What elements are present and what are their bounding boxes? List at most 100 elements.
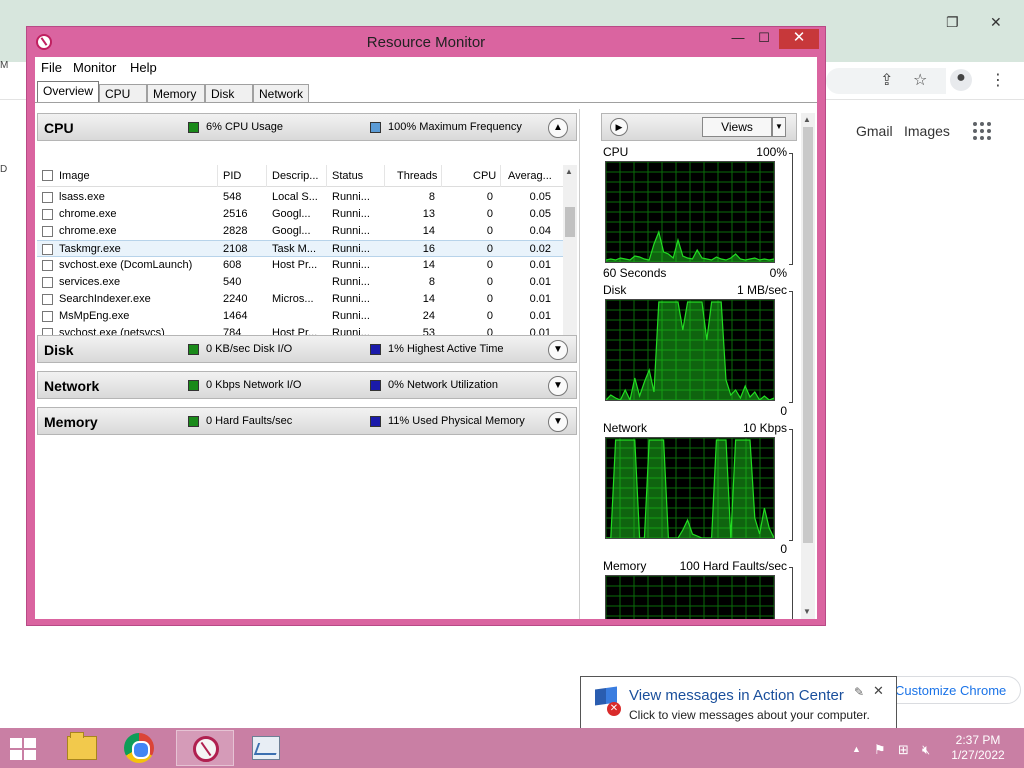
profile-icon[interactable]: ●: [950, 69, 972, 91]
action-center-notification[interactable]: ✕ View messages in Action Center Click t…: [580, 676, 897, 743]
col-header-pid[interactable]: PID: [223, 170, 241, 182]
scroll-up-arrow-icon[interactable]: ▲: [803, 115, 811, 124]
start-button[interactable]: [10, 738, 38, 760]
expand-chevron-down-icon[interactable]: ▼: [548, 340, 568, 360]
tab-cpu[interactable]: CPU: [99, 84, 147, 103]
cell-desc: Googl...: [272, 208, 311, 220]
cell-threads: 24: [422, 310, 435, 322]
desktop-edge-glyph: D: [0, 164, 8, 175]
overview-graph-pane: ▶ Views ▼ ▲ ▼ CPU 100% 60 Seconds 0% Dis…: [593, 109, 817, 619]
row-checkbox[interactable]: [42, 260, 53, 271]
google-apps-icon[interactable]: [973, 122, 991, 140]
scrollbar-thumb[interactable]: [803, 127, 813, 543]
title-bar[interactable]: Resource Monitor — ☐ ✕: [27, 27, 825, 57]
table-row[interactable]: services.exe 540 Runni... 8 0 0.01: [37, 274, 563, 291]
resource-monitor-window: Resource Monitor — ☐ ✕ File Monitor Help…: [26, 26, 826, 626]
select-all-checkbox[interactable]: [42, 170, 53, 181]
network-tray-icon[interactable]: ⊞: [898, 742, 909, 758]
menu-help[interactable]: Help: [130, 60, 157, 75]
col-header-average[interactable]: Averag...: [508, 170, 552, 182]
table-row[interactable]: svchost.exe (DcomLaunch) 608 Host Pr... Run…: [37, 257, 563, 274]
notification-text: Click to view messages about your comput…: [629, 708, 870, 722]
menu-file[interactable]: File: [41, 60, 62, 75]
cell-image: chrome.exe: [59, 225, 117, 237]
notification-close-icon[interactable]: ✕: [873, 683, 884, 699]
row-checkbox[interactable]: [42, 209, 53, 220]
taskbar-resource-monitor[interactable]: [176, 730, 234, 766]
process-table-scrollbar[interactable]: ▲ ▼: [563, 165, 577, 349]
row-checkbox[interactable]: [42, 311, 53, 322]
cpu-usage-legend-swatch: [188, 122, 199, 133]
tab-network[interactable]: Network: [253, 84, 309, 103]
minimize-button[interactable]: —: [725, 29, 751, 49]
table-row[interactable]: MsMpEng.exe 1464 Runni... 24 0 0.01: [37, 308, 563, 325]
graph-pane-scrollbar[interactable]: ▲ ▼: [801, 113, 815, 619]
row-checkbox[interactable]: [42, 277, 53, 288]
row-checkbox[interactable]: [42, 294, 53, 305]
cell-avg: 0.01: [529, 259, 551, 271]
expand-chevron-down-icon[interactable]: ▼: [548, 412, 568, 432]
collapse-chevron-up-icon[interactable]: ▲: [548, 118, 568, 138]
tab-overview[interactable]: Overview: [37, 81, 99, 103]
table-row[interactable]: chrome.exe 2516 Googl... Runni... 13 0 0.05: [37, 206, 563, 223]
chrome-close-button[interactable]: ✕: [990, 14, 1002, 31]
col-header-description[interactable]: Descrip...: [272, 170, 318, 182]
cpu-section-header[interactable]: CPU 6% CPU Usage 100% Maximum Frequency …: [37, 113, 577, 141]
cell-status: Runni...: [332, 310, 370, 322]
taskbar-performance-monitor[interactable]: [236, 730, 294, 766]
expand-chevron-down-icon[interactable]: ▼: [548, 376, 568, 396]
share-icon[interactable]: ⇪: [880, 70, 893, 90]
table-row[interactable]: Taskmgr.exe 2108 Task M... Runni... 16 0 0.02: [37, 240, 563, 257]
taskbar-chrome[interactable]: [110, 730, 168, 766]
scroll-up-arrow-icon[interactable]: ▲: [565, 167, 573, 176]
tab-divider: [35, 102, 817, 103]
customize-chrome-button[interactable]: Customize Chrome: [880, 676, 1022, 704]
volume-muted-icon[interactable]: 🔇︎: [922, 742, 930, 758]
cell-cpu: 0: [486, 191, 493, 203]
graph-bracket: [789, 429, 793, 541]
col-header-status[interactable]: Status: [332, 170, 363, 182]
views-button[interactable]: Views: [702, 117, 772, 137]
taskbar-file-explorer[interactable]: [52, 730, 110, 766]
action-center-flag-tray-icon[interactable]: ⚑: [874, 742, 886, 758]
menu-monitor[interactable]: Monitor: [73, 60, 116, 75]
cell-image: Taskmgr.exe: [59, 243, 121, 255]
row-checkbox[interactable]: [42, 192, 53, 203]
row-checkbox[interactable]: [42, 226, 53, 237]
memory-section-header[interactable]: Memory 0 Hard Faults/sec 11% Used Physic…: [37, 407, 577, 435]
row-checkbox[interactable]: [42, 244, 53, 255]
images-link[interactable]: Images: [904, 123, 950, 139]
memory-graph-block: Memory 100 Hard Faults/sec: [603, 559, 795, 619]
bookmark-star-icon[interactable]: ☆: [913, 70, 927, 90]
col-header-image[interactable]: Image: [59, 170, 90, 182]
scroll-down-arrow-icon[interactable]: ▼: [803, 607, 811, 616]
collapse-pane-chevron-right-icon[interactable]: ▶: [610, 118, 628, 136]
col-header-threads[interactable]: Threads: [397, 170, 437, 182]
cpu-frequency-legend-swatch: [370, 122, 381, 133]
chrome-restore-button[interactable]: ❐: [946, 14, 959, 31]
cell-image: SearchIndexer.exe: [59, 293, 151, 305]
network-section-header[interactable]: Network 0 Kbps Network I/O 0% Network Ut…: [37, 371, 577, 399]
memory-graph: [605, 575, 775, 619]
notification-title[interactable]: View messages in Action Center: [629, 687, 844, 704]
tab-disk[interactable]: Disk: [205, 84, 253, 103]
disk-section-header[interactable]: Disk 0 KB/sec Disk I/O 1% Highest Active…: [37, 335, 577, 363]
scrollbar-thumb[interactable]: [565, 207, 575, 237]
cell-cpu: 0: [486, 225, 493, 237]
menu-bar: File Monitor Help: [35, 57, 817, 79]
chrome-menu-icon[interactable]: ⋮: [990, 70, 1006, 90]
cell-cpu: 0: [486, 310, 493, 322]
taskbar-clock[interactable]: 2:37 PM 1/27/2022: [940, 733, 1016, 763]
col-header-cpu[interactable]: CPU: [473, 170, 496, 182]
table-row[interactable]: chrome.exe 2828 Googl... Runni... 14 0 0.04: [37, 223, 563, 240]
pin-icon[interactable]: ✎: [854, 685, 864, 699]
table-row[interactable]: SearchIndexer.exe 2240 Micros... Runni... 14…: [37, 291, 563, 308]
tab-memory[interactable]: Memory: [147, 84, 205, 103]
maximize-button[interactable]: ☐: [751, 29, 777, 49]
cell-threads: 8: [428, 276, 435, 288]
gmail-link[interactable]: Gmail: [856, 123, 893, 139]
show-hidden-icons-arrow-icon[interactable]: ▲: [852, 744, 861, 754]
close-button[interactable]: ✕: [779, 29, 819, 49]
views-dropdown-arrow-icon[interactable]: ▼: [772, 117, 786, 137]
table-row[interactable]: lsass.exe 548 Local S... Runni... 8 0 0.05: [37, 189, 563, 206]
